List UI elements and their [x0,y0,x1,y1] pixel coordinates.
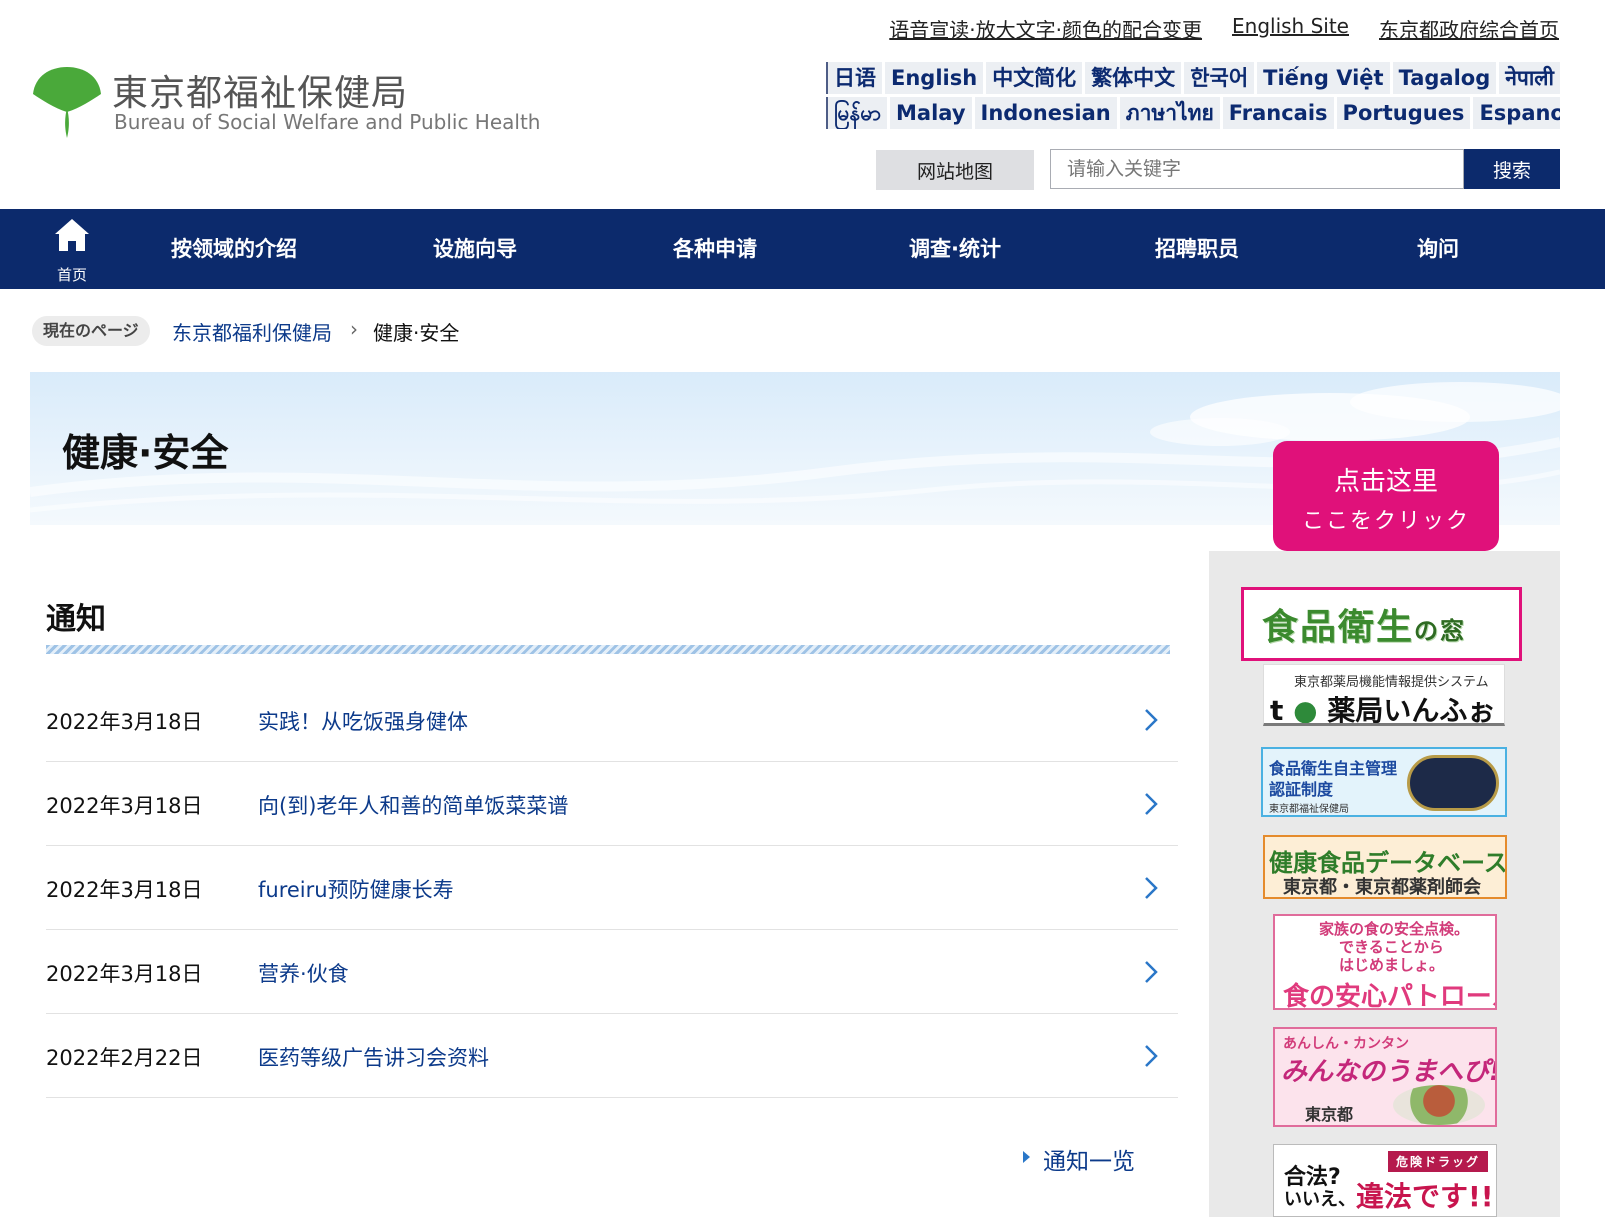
cert-line2: 認証制度 [1269,780,1334,799]
news-item[interactable]: 2022年2月22日 医药等级广告讲习会资料 [46,1014,1178,1098]
cert-seal-icon [1407,755,1499,811]
news-title-link[interactable]: 医药等级广告讲习会资料 [258,1042,489,1072]
chevron-right-icon [1145,793,1158,815]
minna-org: 東京都 [1305,1105,1354,1124]
callout-text-zh: 点击这里 [1333,467,1438,497]
nav-item-recruitment[interactable]: 招聘职员 [1155,209,1239,289]
ginkgo-leaf-icon [33,67,101,138]
news-list-more-link[interactable]: 通知一览 [1020,1142,1135,1176]
lang-vietnamese[interactable]: Tiếng Việt [1257,62,1390,94]
logo-title-ja: 東京都福祉保健局 [112,73,409,114]
news-title-link[interactable]: 营养·伙食 [258,958,349,988]
banner-pharmacy-info[interactable]: 東京都薬局機能情報提供システム t ● 薬局いんふぉ [1263,664,1505,726]
minna-title: みんなのうまへぴ! [1281,1057,1497,1087]
cert-line3: 東京都福祉保健局 [1269,804,1349,815]
lang-korean[interactable]: 한국어 [1184,62,1255,94]
language-row-1: 日语 English 中文简化 繁体中文 한국어 Tiếng Việt Taga… [826,62,1560,94]
accessibility-link[interactable]: 语音宣读·放大文字·颜色的配合变更 [889,14,1202,43]
news-item[interactable]: 2022年3月18日 营养·伙食 [46,930,1178,1014]
nav-item-applications[interactable]: 各种申请 [673,209,757,289]
callout-text-ja: ここをクリック [1301,509,1470,534]
english-site-link[interactable]: English Site [1232,14,1349,43]
banner-food-self-management-cert[interactable]: 食品衛生自主管理 認証制度 東京都福祉保健局 [1261,747,1507,817]
news-date: 2022年3月18日 [46,962,203,986]
breadcrumb-label: 現在のページ [32,316,150,346]
news-date: 2022年3月18日 [46,794,203,818]
search-button[interactable]: 搜索 [1464,149,1560,189]
global-nav: 首页 按领域的介绍 设施向导 各种申请 调查·统计 招聘职员 询问 [0,209,1605,289]
sitemap-button[interactable]: 网站地图 [876,150,1034,190]
breadcrumb-current: 健康·安全 [373,321,460,345]
logo-title-en: Bureau of Social Welfare and Public Heal… [114,110,541,134]
pharmacy-info-title: t ● 薬局いんふぉ [1270,694,1496,726]
lang-tagalog[interactable]: Tagalog [1392,62,1497,94]
lang-japanese[interactable]: 日语 [826,62,882,94]
site-logo[interactable]: 東京都福祉保健局 Bureau of Social Welfare and Pu… [30,60,550,140]
lang-thai[interactable]: ภาษาไทย [1119,97,1220,129]
news-list: 2022年3月18日 实践！从吃饭强身健体 2022年3月18日 向(到)老年人… [46,678,1178,1098]
home-icon [55,219,89,251]
banner-food-hygiene-window[interactable]: 食品衛生の窓 [1241,587,1522,661]
patrol-line3: はじめましょ。 [1339,956,1445,974]
tokyo-gov-home-link[interactable]: 东京都政府综合首页 [1379,14,1559,43]
lang-nepali[interactable]: नेपाली [1499,62,1560,94]
breadcrumb-chevron-icon: › [350,317,358,341]
chevron-right-icon [1145,877,1158,899]
news-title-link[interactable]: 向(到)老年人和善的简单饭菜菜谱 [258,790,568,820]
nav-home[interactable]: 首页 [48,217,96,284]
capsule-icon: ● [1293,694,1318,726]
news-section-title: 通知 [46,602,106,637]
lang-chinese-traditional[interactable]: 繁体中文 [1085,62,1182,94]
chevron-right-icon [1145,1045,1158,1067]
food-hygiene-title: 食品衛生の窓 [1262,607,1467,648]
lang-burmese[interactable]: မြန်မာ [826,97,888,129]
drug-line2: いいえ、 [1284,1189,1356,1210]
health-food-db-subtitle: 東京都・東京都薬剤師会 [1283,877,1481,898]
lang-chinese-simplified[interactable]: 中文简化 [986,62,1083,94]
search-input[interactable] [1050,149,1464,189]
banner-health-food-database[interactable]: 健康食品データベース 東京都・東京都薬剤師会 [1263,835,1507,899]
news-more-label: 通知一览 [1043,1149,1135,1175]
nav-item-by-field[interactable]: 按领域的介绍 [171,209,297,289]
patrol-title: 食の安心パトロール [1283,982,1497,1010]
click-here-callout: 点击这里 ここをクリック [1273,441,1499,551]
lang-spanish[interactable]: Espanol [1473,97,1560,129]
lang-malay[interactable]: Malay [890,97,972,129]
news-item[interactable]: 2022年3月18日 向(到)老年人和善的简单饭菜菜谱 [46,762,1178,846]
language-row-2: မြန်မာ Malay Indonesian ภาษาไทย Francais… [826,97,1560,129]
news-date: 2022年3月18日 [46,878,203,902]
banner-food-safety-patrol[interactable]: 家族の食の安全点検。 できることから はじめましょ。 食の安心パトロール [1273,914,1497,1010]
nav-item-inquiry[interactable]: 询问 [1417,209,1459,289]
drug-line3: 違法です!! [1356,1180,1494,1213]
news-title-link[interactable]: fureiru预防健康长寿 [258,874,454,904]
news-date: 2022年3月18日 [46,710,203,734]
news-title-link[interactable]: 实践！从吃饭强身健体 [258,706,468,736]
news-item[interactable]: 2022年3月18日 fureiru预防健康长寿 [46,846,1178,930]
drug-tag: 危険ドラッグ [1387,1151,1488,1172]
chevron-right-icon [1145,709,1158,731]
dish-photo-icon [1393,1085,1485,1125]
nav-home-label: 首页 [56,266,87,284]
pharmacy-info-subtitle: 東京都薬局機能情報提供システム [1294,675,1489,690]
language-selector: 日语 English 中文简化 繁体中文 한국어 Tiếng Việt Taga… [826,62,1560,132]
lang-french[interactable]: Francais [1222,97,1334,129]
minna-line1: あんしん・カンタン [1283,1036,1409,1052]
breadcrumb-home-link[interactable]: 东京都福利保健局 [172,317,332,346]
chevron-right-icon [1145,961,1158,983]
lang-portuguese[interactable]: Portugues [1336,97,1471,129]
news-date: 2022年2月22日 [46,1046,203,1070]
nav-item-statistics[interactable]: 调查·统计 [909,209,1001,289]
nav-item-facilities[interactable]: 设施向导 [433,209,517,289]
section-divider [46,645,1170,654]
page-title: 健康·安全 [62,431,229,475]
top-utility-links: 语音宣读·放大文字·颜色的配合变更 English Site 东京都政府综合首页 [889,14,1559,43]
lang-indonesian[interactable]: Indonesian [974,97,1117,129]
news-item[interactable]: 2022年3月18日 实践！从吃饭强身健体 [46,678,1178,762]
banner-dangerous-drugs[interactable]: 危険ドラッグ 合法? いいえ、 違法です!! [1273,1144,1497,1217]
lang-english[interactable]: English [885,62,984,94]
banner-minna-recipes[interactable]: あんしん・カンタン みんなのうまへぴ! 東京都 [1273,1027,1497,1127]
